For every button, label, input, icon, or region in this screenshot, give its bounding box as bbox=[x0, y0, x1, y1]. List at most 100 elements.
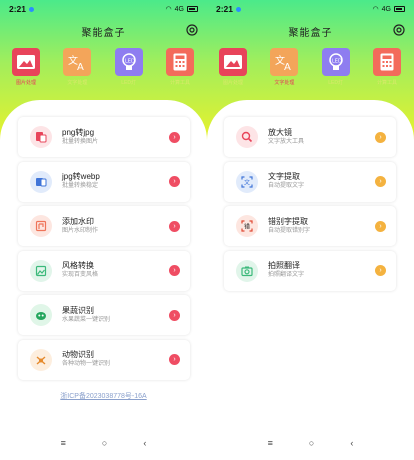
home-icon[interactable]: ○ bbox=[309, 438, 314, 448]
chevron-right-icon[interactable]: › bbox=[169, 220, 180, 232]
tool-desc: 水果蔬菜一键识别 bbox=[62, 316, 111, 323]
tab-label: 图片处理 bbox=[15, 80, 36, 86]
notification-dot bbox=[29, 6, 35, 12]
back-icon[interactable]: ‹ bbox=[143, 438, 146, 448]
watermark-icon bbox=[30, 215, 52, 237]
app-title: 聚能盒子 bbox=[288, 28, 333, 39]
back-icon[interactable]: ‹ bbox=[350, 438, 353, 448]
image-icon bbox=[12, 48, 40, 76]
chevron-right-icon[interactable]: › bbox=[375, 176, 386, 187]
animal-icon bbox=[30, 348, 52, 371]
file-convert-icon bbox=[30, 170, 52, 193]
network-label: 4G bbox=[174, 5, 184, 13]
tool-magnifier[interactable]: 放大镜 文字放大工具 › bbox=[224, 117, 396, 157]
tool-text-extract[interactable]: 文 文字提取自动提取文字 › bbox=[224, 161, 396, 202]
chevron-right-icon[interactable]: › bbox=[169, 309, 180, 321]
svg-text:LED: LED bbox=[332, 59, 342, 65]
status-bar: 2:21 ◠ 4G bbox=[0, 0, 207, 18]
image-icon bbox=[219, 48, 247, 76]
category-tabs: 图片处理 文A 文字处理 LED LED灯 计算工具 bbox=[8, 48, 198, 86]
status-time: 2:21 bbox=[216, 4, 234, 14]
menu-icon[interactable]: ≡ bbox=[61, 438, 66, 448]
tool-list: 放大镜 文字放大工具 › 文 文字提取自动提取文字 › 错 错别字提取 自动提取错别… bbox=[224, 117, 396, 295]
wifi-icon: ◠ bbox=[372, 6, 379, 13]
tab-calc[interactable]: 计算工具 bbox=[162, 48, 198, 86]
wifi-icon: ◠ bbox=[165, 6, 172, 13]
tool-desc: 各种动物一键识别 bbox=[62, 361, 111, 367]
system-nav-bar: ≡ ○ ‹ bbox=[0, 438, 207, 448]
menu-icon[interactable]: ≡ bbox=[268, 438, 273, 448]
tab-image[interactable]: 图片处理 bbox=[8, 48, 44, 86]
tool-typo-extract[interactable]: 错 错别字提取 自动提取错别字 › bbox=[224, 206, 396, 246]
chevron-right-icon[interactable]: › bbox=[375, 265, 386, 276]
home-icon[interactable]: ○ bbox=[102, 438, 107, 448]
status-icons: ◠ 4G bbox=[166, 5, 198, 13]
bulb-icon: LED bbox=[114, 48, 143, 76]
network-label: 4G bbox=[381, 5, 391, 13]
settings-icon[interactable] bbox=[186, 24, 198, 36]
chevron-right-icon[interactable]: › bbox=[169, 131, 180, 143]
tool-name: 拍照翻译 bbox=[268, 261, 300, 270]
style-icon bbox=[30, 259, 52, 282]
tab-led[interactable]: LED LED灯 bbox=[111, 48, 147, 86]
translate-icon: 文A bbox=[63, 48, 92, 76]
tool-watermark[interactable]: 添加水印 图片水印制作 › bbox=[18, 206, 190, 246]
tab-label: 文字处理 bbox=[67, 80, 88, 86]
fruit-icon bbox=[30, 304, 52, 326]
tool-png-to-jpg[interactable]: png转jpg 批量转换图片 › bbox=[18, 117, 190, 157]
tool-animal-recognition[interactable]: 动物识别 各种动物一键识别 › bbox=[18, 339, 190, 380]
tool-desc: 自动提取错别字 bbox=[268, 227, 311, 234]
calculator-icon bbox=[372, 48, 401, 76]
tab-text[interactable]: 文A 文字处理 bbox=[266, 48, 302, 86]
tool-desc: 图片水印制作 bbox=[62, 227, 99, 234]
status-bar: 2:21 ◠ 4G bbox=[207, 0, 414, 18]
app-title: 聚能盒子 bbox=[81, 28, 126, 39]
chevron-right-icon[interactable]: › bbox=[169, 354, 180, 365]
text-extract-icon: 文 bbox=[236, 170, 258, 193]
status-icons: ◠ 4G bbox=[373, 5, 405, 13]
tool-desc: 自动提取文字 bbox=[268, 183, 305, 189]
notification-dot bbox=[236, 6, 242, 12]
tool-photo-translate[interactable]: 拍照翻译拍照翻译文字 › bbox=[224, 250, 396, 291]
tool-style-transfer[interactable]: 风格转换 实现百变风格 › bbox=[18, 250, 190, 291]
battery-icon bbox=[187, 6, 198, 12]
tab-calc[interactable]: 计算工具 bbox=[369, 48, 405, 86]
tab-label: 计算工具 bbox=[376, 80, 397, 86]
magnifier-icon bbox=[236, 126, 258, 148]
tool-name: 放大镜 bbox=[268, 127, 292, 137]
svg-text:LED: LED bbox=[125, 59, 135, 65]
chevron-right-icon[interactable]: › bbox=[169, 176, 180, 187]
tool-name: png转jpg bbox=[62, 127, 95, 137]
tool-list: png转jpg 批量转换图片 › jpg转webp 批量转换稳定 › 添加水印 图片水… bbox=[18, 117, 190, 384]
tab-image[interactable]: 图片处理 bbox=[215, 48, 251, 86]
tab-led[interactable]: LED LED灯 bbox=[318, 48, 354, 86]
tool-name: 文字提取 bbox=[268, 172, 300, 181]
tool-name: 风格转换 bbox=[62, 261, 94, 270]
tab-text[interactable]: 文A 文字处理 bbox=[59, 48, 95, 86]
settings-icon[interactable] bbox=[393, 24, 405, 36]
tool-desc: 文字放大工具 bbox=[268, 138, 305, 145]
icp-link[interactable]: 浙ICP备2023038778号-16A bbox=[0, 391, 207, 401]
tool-name: jpg转webp bbox=[62, 172, 100, 181]
status-time: 2:21 bbox=[9, 4, 27, 14]
chevron-right-icon[interactable]: › bbox=[375, 131, 386, 143]
system-nav-bar: ≡ ○ ‹ bbox=[207, 438, 414, 448]
tool-name: 错别字提取 bbox=[268, 216, 308, 226]
battery-icon bbox=[394, 6, 405, 12]
bulb-icon: LED bbox=[321, 48, 350, 76]
translate-icon: 文A bbox=[270, 48, 299, 76]
tab-label: 计算工具 bbox=[169, 80, 190, 86]
chevron-right-icon[interactable]: › bbox=[375, 220, 386, 232]
chevron-right-icon[interactable]: › bbox=[169, 265, 180, 276]
tab-label: 文字处理 bbox=[274, 80, 295, 86]
tool-jpg-to-webp[interactable]: jpg转webp 批量转换稳定 › bbox=[18, 161, 190, 202]
svg-text:文: 文 bbox=[244, 178, 250, 186]
tool-desc: 拍照翻译文字 bbox=[268, 272, 305, 278]
typo-icon: 错 bbox=[236, 215, 258, 237]
tab-label: 图片处理 bbox=[222, 80, 243, 86]
tool-name: 果蔬识别 bbox=[62, 305, 94, 315]
tool-fruit-recognition[interactable]: 果蔬识别 水果蔬菜一键识别 › bbox=[18, 295, 190, 335]
tool-desc: 批量转换稳定 bbox=[62, 183, 99, 189]
camera-icon bbox=[236, 259, 258, 282]
calculator-icon bbox=[165, 48, 194, 76]
